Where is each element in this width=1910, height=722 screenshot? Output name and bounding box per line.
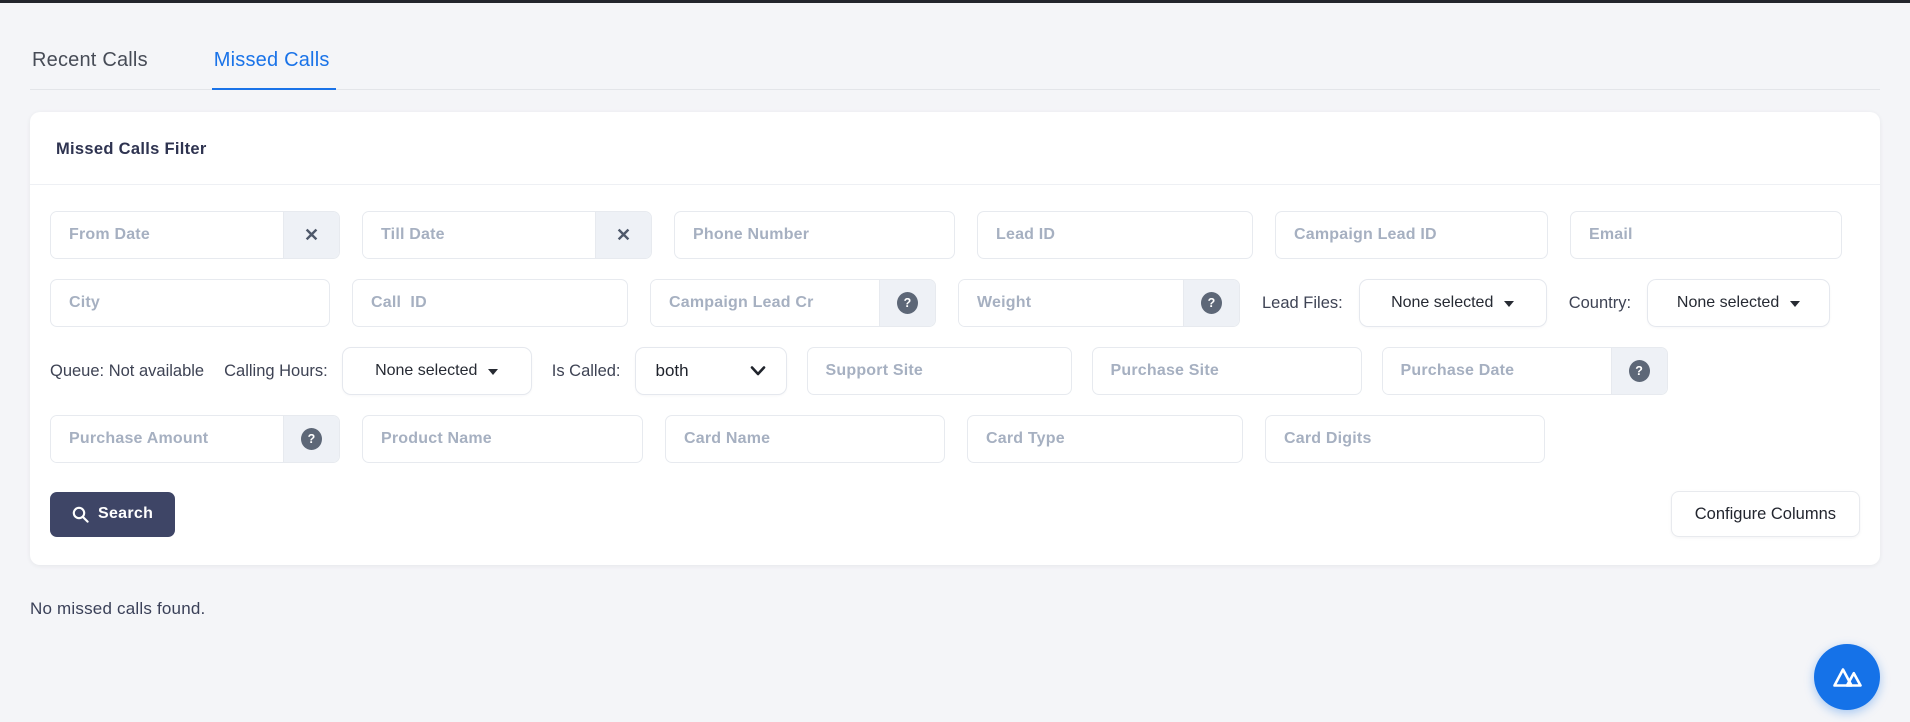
- lead-files-dropdown[interactable]: None selected: [1358, 279, 1547, 327]
- help-icon: ?: [1201, 292, 1222, 314]
- filter-row-2: ? ? Lead Files: None selected Country: N…: [50, 279, 1860, 327]
- purchase-amount-input[interactable]: [51, 416, 283, 462]
- campaign-lead-cr-help[interactable]: ?: [879, 280, 935, 326]
- campaign-lead-id-input[interactable]: [1275, 211, 1548, 259]
- twin-peaks-logo-icon: [1833, 668, 1862, 687]
- filter-row-3: Queue: Not available Calling Hours: None…: [50, 347, 1860, 395]
- till-date-clear-button[interactable]: ✕: [595, 212, 651, 258]
- search-icon: [72, 506, 89, 523]
- campaign-lead-cr-group: ?: [650, 279, 936, 327]
- call-id-input[interactable]: [352, 279, 628, 327]
- lead-id-input[interactable]: [977, 211, 1253, 259]
- caret-down-icon: [1790, 301, 1801, 307]
- search-button-label: Search: [98, 505, 154, 522]
- purchase-site-input[interactable]: [1091, 347, 1362, 395]
- filter-card-body: ✕ ✕ ?: [30, 185, 1880, 565]
- purchase-date-input[interactable]: [1382, 348, 1611, 394]
- empty-state-message: No missed calls found.: [30, 599, 206, 618]
- weight-input[interactable]: [959, 280, 1183, 326]
- lead-files-label: Lead Files:: [1262, 293, 1343, 312]
- calling-hours-label: Calling Hours:: [224, 361, 328, 380]
- chevron-down-icon: [750, 366, 765, 376]
- card-digits-input[interactable]: [1265, 415, 1545, 463]
- country-dropdown[interactable]: None selected: [1647, 279, 1831, 327]
- help-icon: ?: [897, 292, 918, 314]
- calling-hours-dropdown-value: None selected: [375, 362, 478, 379]
- purchase-amount-help[interactable]: ?: [283, 416, 339, 462]
- product-name-input[interactable]: [362, 415, 643, 463]
- filter-card-title: Missed Calls Filter: [56, 140, 207, 158]
- till-date-input[interactable]: [363, 212, 595, 258]
- queue-status-text: Queue: Not available: [50, 361, 205, 380]
- help-icon: ?: [1628, 360, 1650, 382]
- email-input[interactable]: [1570, 211, 1842, 259]
- floating-action-button[interactable]: [1814, 644, 1880, 710]
- is-called-label: Is Called:: [551, 361, 621, 380]
- missed-calls-filter-card: Missed Calls Filter ✕ ✕: [30, 112, 1880, 565]
- help-icon: ?: [301, 428, 322, 450]
- weight-help[interactable]: ?: [1183, 280, 1239, 326]
- close-icon: ✕: [615, 225, 632, 245]
- configure-columns-button[interactable]: Configure Columns: [1670, 491, 1860, 537]
- lead-files-dropdown-value: None selected: [1391, 294, 1494, 311]
- from-date-input[interactable]: [51, 212, 283, 258]
- purchase-date-help[interactable]: ?: [1610, 348, 1667, 394]
- from-date-group: ✕: [50, 211, 340, 259]
- tab-missed-calls[interactable]: Missed Calls: [211, 43, 336, 90]
- close-icon: ✕: [303, 225, 320, 245]
- phone-number-input[interactable]: [674, 211, 955, 259]
- filter-actions-row: Search Configure Columns: [50, 491, 1860, 537]
- city-input[interactable]: [50, 279, 330, 327]
- filter-row-4: ?: [50, 415, 1860, 463]
- calling-hours-dropdown[interactable]: None selected: [341, 347, 532, 395]
- campaign-lead-cr-input[interactable]: [651, 280, 879, 326]
- tab-bar: Recent Calls Missed Calls: [30, 3, 1880, 90]
- tab-recent-calls[interactable]: Recent Calls: [30, 43, 154, 89]
- card-type-input[interactable]: [967, 415, 1243, 463]
- filter-row-1: ✕ ✕: [50, 211, 1860, 259]
- country-dropdown-value: None selected: [1676, 294, 1780, 311]
- caret-down-icon: [488, 369, 499, 375]
- weight-group: ?: [958, 279, 1240, 327]
- support-site-input[interactable]: [806, 347, 1072, 395]
- purchase-amount-group: ?: [50, 415, 340, 463]
- country-label: Country:: [1568, 293, 1632, 312]
- card-name-input[interactable]: [665, 415, 945, 463]
- is-called-select-value: both: [655, 361, 689, 380]
- filter-card-header: Missed Calls Filter: [30, 112, 1880, 184]
- purchase-date-group: ?: [1381, 347, 1668, 395]
- caret-down-icon: [1504, 301, 1515, 307]
- is-called-select[interactable]: both: [634, 347, 787, 395]
- from-date-clear-button[interactable]: ✕: [283, 212, 339, 258]
- till-date-group: ✕: [362, 211, 652, 259]
- search-button[interactable]: Search: [50, 491, 176, 537]
